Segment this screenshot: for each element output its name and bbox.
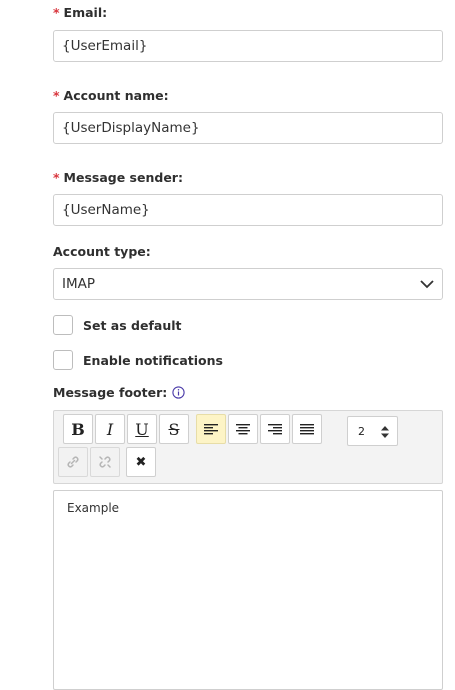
set-default-checkbox[interactable]	[53, 315, 73, 335]
email-label: * Email:	[53, 4, 108, 20]
account-type-label: Account type:	[53, 243, 151, 259]
set-default-label: Set as default	[83, 317, 182, 333]
message-footer-label: Message footer:	[53, 383, 443, 401]
account-type-value: IMAP	[62, 276, 96, 292]
account-type-select[interactable]: IMAP	[53, 268, 443, 300]
enable-notifications-row[interactable]: Enable notifications	[53, 347, 443, 373]
required-marker: *	[53, 87, 60, 103]
align-justify-button[interactable]	[292, 414, 322, 444]
enable-notifications-checkbox[interactable]	[53, 350, 73, 370]
italic-button[interactable]: I	[95, 414, 125, 444]
updown-arrows-icon	[381, 426, 389, 438]
editor-content: Example	[67, 501, 120, 515]
align-right-icon	[268, 424, 282, 435]
account-name-field[interactable]: {UserDisplayName}	[53, 112, 443, 144]
editor-toolbar: B I U S 2 ✖	[53, 410, 443, 484]
enable-notifications-label: Enable notifications	[83, 352, 223, 368]
link-button[interactable]	[58, 447, 88, 477]
required-marker: *	[53, 169, 60, 185]
align-left-icon	[204, 424, 218, 435]
link-icon	[67, 456, 79, 468]
unlink-icon	[99, 456, 111, 468]
clear-format-button[interactable]: ✖	[126, 447, 156, 477]
chevron-down-icon	[420, 280, 434, 289]
align-left-button[interactable]	[196, 414, 226, 444]
font-size-value: 2	[358, 424, 365, 438]
message-footer-editor[interactable]: Example	[53, 490, 443, 690]
email-field[interactable]: {UserEmail}	[53, 30, 443, 62]
underline-button[interactable]: U	[127, 414, 157, 444]
required-marker: *	[53, 4, 60, 20]
account-name-label: * Account name:	[53, 87, 169, 103]
font-size-select[interactable]: 2	[347, 416, 398, 446]
align-center-icon	[236, 424, 250, 435]
strikethrough-button[interactable]: S	[159, 414, 189, 444]
align-justify-icon	[300, 424, 314, 435]
message-sender-field[interactable]: {UserName}	[53, 194, 443, 226]
account-settings-form: * Email: {UserEmail} * Account name: {Us…	[53, 0, 443, 690]
align-right-button[interactable]	[260, 414, 290, 444]
unlink-button[interactable]	[90, 447, 120, 477]
align-center-button[interactable]	[228, 414, 258, 444]
message-sender-label: * Message sender:	[53, 169, 183, 185]
bold-button[interactable]: B	[63, 414, 93, 444]
info-icon[interactable]	[172, 385, 185, 399]
set-default-row[interactable]: Set as default	[53, 312, 443, 338]
